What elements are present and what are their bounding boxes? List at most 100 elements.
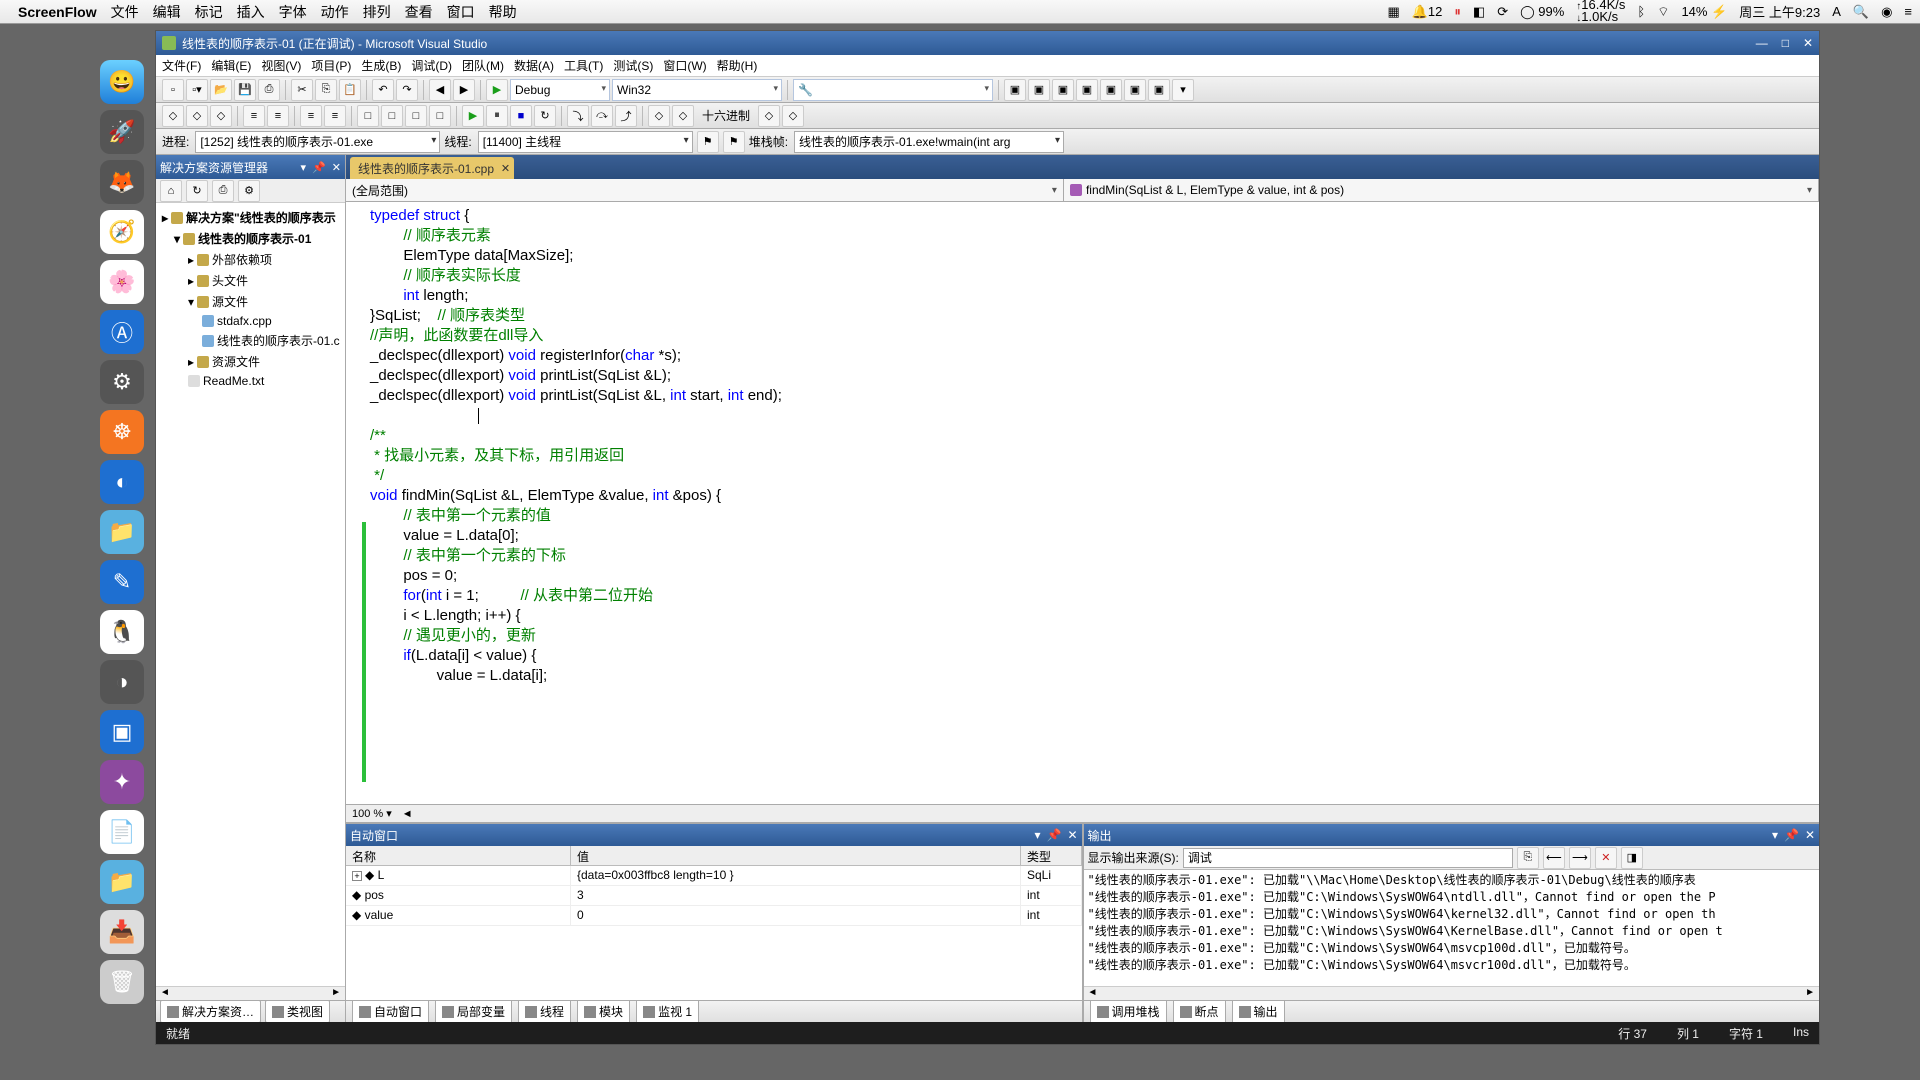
dock-doc-icon[interactable]: 📄: [100, 810, 144, 854]
dock-appstore-icon[interactable]: Ⓐ: [100, 310, 144, 354]
status-sync-icon[interactable]: ⟳: [1497, 4, 1508, 20]
autos-row[interactable]: ◆ pos3int: [346, 886, 1082, 906]
explorer-tab-solution[interactable]: 解决方案资…: [160, 1000, 261, 1023]
dock-app7-icon[interactable]: ▣: [100, 710, 144, 754]
menu-window[interactable]: 窗口(W): [663, 57, 706, 74]
window-minimize-icon[interactable]: —: [1756, 36, 1768, 50]
solution-tree[interactable]: ▸解决方案"线性表的顺序表示 ▾线性表的顺序表示-01 ▸外部依赖项 ▸头文件 …: [156, 203, 345, 986]
tree-readme[interactable]: ReadMe.txt: [156, 372, 345, 390]
thread-flag2-icon[interactable]: ⚑: [723, 131, 745, 153]
tb2-stepover-icon[interactable]: ⤼: [591, 105, 613, 127]
dock-downloads-icon[interactable]: 📥: [100, 910, 144, 954]
dock-app8-icon[interactable]: ✦: [100, 760, 144, 804]
tb-nav-fwd-icon[interactable]: ▶: [453, 79, 475, 101]
tb-saveall-icon[interactable]: ⎙: [258, 79, 280, 101]
tb2-outdent-icon[interactable]: ≡: [267, 105, 289, 127]
autos-row[interactable]: +◆ L{data=0x003ffbc8 length=10 }SqLi: [346, 866, 1082, 886]
process-combo[interactable]: [1252] 线性表的顺序表示-01.exe: [195, 131, 440, 153]
mac-menu-file[interactable]: 文件: [111, 2, 139, 22]
mac-menu-action[interactable]: 动作: [321, 2, 349, 22]
tb2-h-icon[interactable]: ◇: [648, 105, 670, 127]
tb-paste-icon[interactable]: 📋: [339, 79, 361, 101]
tree-source[interactable]: ▾源文件: [156, 291, 345, 312]
tb-nav-back-icon[interactable]: ◀: [429, 79, 451, 101]
menu-view[interactable]: 视图(V): [261, 57, 301, 74]
menu-build[interactable]: 生成(B): [361, 57, 401, 74]
dock-finder-icon[interactable]: 😀: [100, 60, 144, 104]
dock-safari-icon[interactable]: 🧭: [100, 210, 144, 254]
out-wrap-icon[interactable]: ◨: [1621, 847, 1643, 869]
status-search-icon[interactable]: 🔍: [1853, 4, 1869, 20]
status-menu-icon[interactable]: ≡: [1904, 4, 1912, 19]
explorer-close-icon[interactable]: ✕: [332, 161, 341, 174]
tb-cut-icon[interactable]: ✂: [291, 79, 313, 101]
tb-config-combo[interactable]: Debug: [510, 79, 610, 101]
status-siri-icon[interactable]: ◉: [1881, 4, 1892, 20]
tb2-a-icon[interactable]: ◇: [162, 105, 184, 127]
output-hscroll[interactable]: ◄►: [1084, 986, 1820, 1000]
menu-debug[interactable]: 调试(D): [411, 57, 452, 74]
dock-app4-icon[interactable]: 📁: [100, 510, 144, 554]
tree-resources[interactable]: ▸资源文件: [156, 351, 345, 372]
menu-file[interactable]: 文件(F): [162, 57, 201, 74]
expl-refresh-icon[interactable]: ↻: [186, 180, 208, 202]
autos-tab-threads[interactable]: 线程: [518, 1000, 571, 1023]
autos-pin-icon[interactable]: 📌: [1046, 828, 1061, 842]
autos-close-icon[interactable]: ✕: [1067, 828, 1077, 842]
tb2-indent-icon[interactable]: ≡: [243, 105, 265, 127]
tb-x8-icon[interactable]: ▾: [1172, 79, 1194, 101]
tb-undo-icon[interactable]: ↶: [372, 79, 394, 101]
editor-tab-cpp[interactable]: 线性表的顺序表示-01.cpp ✕: [350, 157, 514, 179]
output-pin-icon[interactable]: 📌: [1784, 828, 1799, 842]
status-bluetooth-icon[interactable]: ᛒ: [1637, 4, 1645, 19]
menu-edit[interactable]: 编辑(E): [211, 57, 251, 74]
autos-body[interactable]: +◆ L{data=0x003ffbc8 length=10 }SqLi◆ po…: [346, 866, 1082, 1000]
dock-qq-icon[interactable]: 🐧: [100, 610, 144, 654]
menu-tools[interactable]: 工具(T): [564, 57, 603, 74]
tb-save-icon[interactable]: 💾: [234, 79, 256, 101]
tb-open-icon[interactable]: 📂: [210, 79, 232, 101]
autos-tab-autos[interactable]: 自动窗口: [352, 1000, 429, 1023]
tab-close-icon[interactable]: ✕: [501, 162, 510, 175]
tb2-f-icon[interactable]: □: [405, 105, 427, 127]
dock-photos-icon[interactable]: 🌸: [100, 260, 144, 304]
tb2-play-icon[interactable]: ▶: [462, 105, 484, 127]
tb2-stepout-icon[interactable]: ⤴: [615, 105, 637, 127]
tb2-i-icon[interactable]: ◇: [672, 105, 694, 127]
scope-right-combo[interactable]: findMin(SqList & L, ElemType & value, in…: [1064, 179, 1819, 201]
tb-redo-icon[interactable]: ↷: [396, 79, 418, 101]
dock-app2-icon[interactable]: ☸: [100, 410, 144, 454]
output-dropdown-icon[interactable]: ▾: [1772, 828, 1778, 842]
status-battery[interactable]: ◯ 99%: [1520, 4, 1564, 20]
output-text[interactable]: "线性表的顺序表示-01.exe": 已加载"\\Mac\Home\Deskto…: [1084, 870, 1820, 986]
tb-x7-icon[interactable]: ▣: [1148, 79, 1170, 101]
status-wifi-icon[interactable]: ⌔: [1657, 4, 1669, 20]
tb-x1-icon[interactable]: ▣: [1004, 79, 1026, 101]
expl-home-icon[interactable]: ⌂: [160, 180, 182, 202]
thread-flag-icon[interactable]: ⚑: [697, 131, 719, 153]
menu-help[interactable]: 帮助(H): [717, 57, 758, 74]
tb2-pause-icon[interactable]: ⏸: [486, 105, 508, 127]
dock-settings-icon[interactable]: ⚙: [100, 360, 144, 404]
tb2-e-icon[interactable]: □: [381, 105, 403, 127]
dock-app3-icon[interactable]: ◐: [100, 460, 144, 504]
mac-menu-font[interactable]: 字体: [279, 2, 307, 22]
tb-find-combo[interactable]: 🔧: [793, 79, 993, 101]
autos-tab-watch[interactable]: 监视 1: [636, 1000, 699, 1023]
status-notification[interactable]: 🔔12: [1412, 4, 1443, 20]
status-datetime[interactable]: 周三 上午9:23: [1739, 2, 1820, 21]
menu-data[interactable]: 数据(A): [514, 57, 554, 74]
dock-trash-icon[interactable]: 🗑: [100, 960, 144, 1004]
dock-app6-icon[interactable]: ◑: [100, 660, 144, 704]
tb2-b-icon[interactable]: ◇: [186, 105, 208, 127]
stack-combo[interactable]: 线性表的顺序表示-01.exe!wmain(int arg: [794, 131, 1064, 153]
output-source-combo[interactable]: 调试: [1183, 848, 1513, 868]
status-record-icon[interactable]: ⏸: [1454, 4, 1461, 20]
autos-col-type[interactable]: 类型: [1021, 846, 1082, 865]
tb2-j-icon[interactable]: ◇: [758, 105, 780, 127]
mac-menu-edit[interactable]: 编辑: [153, 2, 181, 22]
mac-menu-arrange[interactable]: 排列: [363, 2, 391, 22]
menu-team[interactable]: 团队(M): [462, 57, 504, 74]
explorer-hscroll[interactable]: ◄►: [156, 986, 345, 1000]
tb-new-icon[interactable]: ▫: [162, 79, 184, 101]
